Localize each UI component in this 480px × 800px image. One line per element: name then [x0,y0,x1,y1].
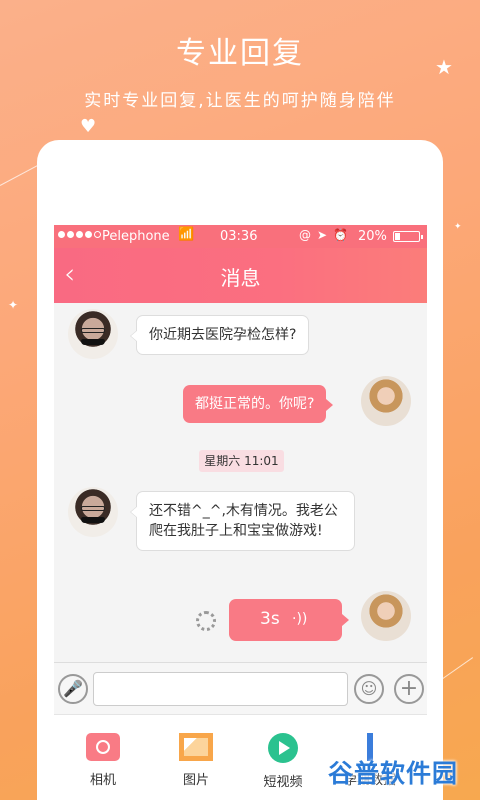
battery-icon [393,231,423,242]
image-icon [179,733,213,761]
video-button[interactable]: 短视频 [250,733,316,790]
alarm-icon: ⏰ [333,228,349,242]
message-bubble[interactable]: 你近期去医院孕检怎样? [129,315,310,355]
promo-title: 专业回复 [176,36,304,71]
message-bubble[interactable]: 都挺正常的。你呢? [183,385,334,423]
status-time: 03:36 [220,229,258,244]
star-icon: ★ [435,55,453,79]
battery-percent: 20% [358,229,387,244]
message-bubble[interactable]: 还不错^_^,木有情况。我老公爬在我肚子上和宝宝做游戏! [130,491,355,551]
promo-subtitle: 实时专业回复,让医生的呵护随身陪伴 [84,91,396,111]
timestamp: 星期六 11:01 [199,450,284,472]
image-button[interactable]: 图片 [163,733,229,788]
play-icon [268,733,298,763]
sound-wave-icon: ·)) [292,611,308,627]
image-label: 图片 [182,773,209,788]
camera-icon [86,733,120,761]
camera-button[interactable]: 相机 [70,733,136,788]
wifi-icon: 📶 [178,227,195,242]
watermark-logo: 谷普软件园 [326,748,472,793]
star-icon: ✦ [454,222,462,232]
orientation-lock-icon: @ [299,228,311,242]
user-avatar[interactable] [361,591,411,641]
nav-bar: ‹ 消息 [54,248,427,303]
star-icon: ✦ [8,298,19,312]
light-streak [439,657,474,681]
loading-spinner-icon [196,611,216,631]
signal-icon [58,231,101,238]
input-bar: 🎤 ☺ + [54,662,427,714]
status-bar: Pelephone 📶 03:36 @ ➤ ⏰ 20% [54,225,427,248]
location-icon: ➤ [317,228,328,242]
carrier-name: Pelephone [102,229,170,244]
user-avatar[interactable] [361,376,411,426]
video-label: 短视频 [263,775,303,790]
contact-avatar[interactable] [68,487,118,537]
add-button[interactable]: + [394,674,424,704]
watermark-text: 谷普软件园 [328,759,459,788]
voice-message[interactable]: 3s ·)) [229,599,349,641]
camera-label: 相机 [89,773,116,788]
emoji-button[interactable]: ☺ [354,674,384,704]
page-title: 消息 [220,266,261,290]
heart-icon: ♥ [80,116,97,137]
chat-screen: Pelephone 📶 03:36 @ ➤ ⏰ 20% ‹ 消息 你近期去医院孕… [54,225,427,800]
contact-avatar[interactable] [68,309,118,359]
message-input[interactable] [93,672,348,706]
mic-button[interactable]: 🎤 [58,674,88,704]
voice-duration: 3s [260,609,280,629]
